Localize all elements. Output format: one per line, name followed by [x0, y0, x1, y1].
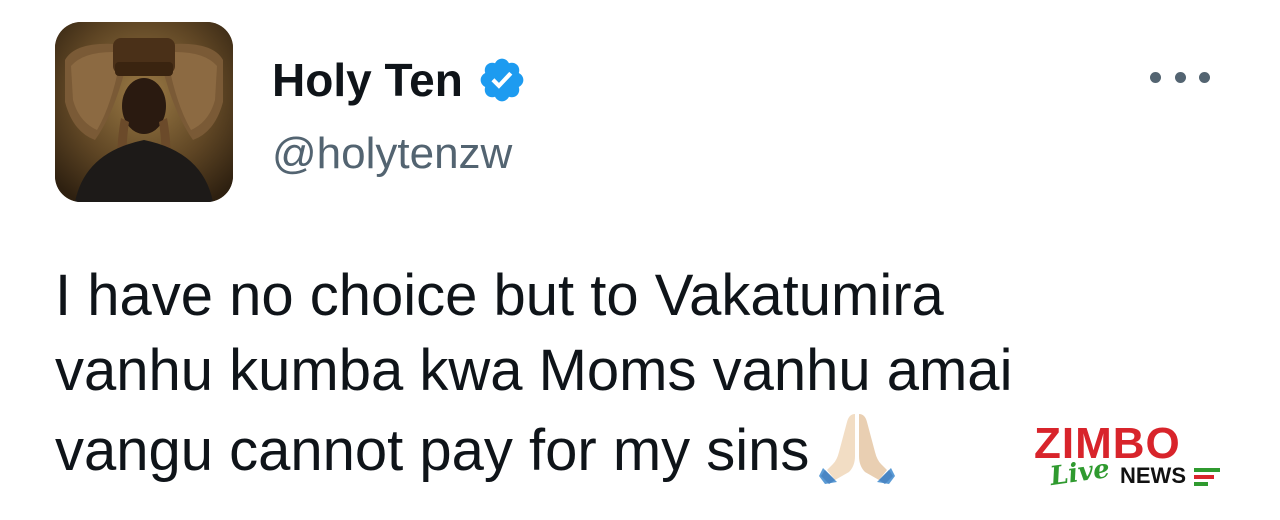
verified-badge-icon: [477, 55, 527, 105]
watermark-flag-stripes: [1194, 468, 1220, 486]
avatar-portrait-image: [55, 22, 233, 202]
tweet-card: Holy Ten @holytenzw I have no choice but…: [0, 0, 1280, 520]
more-dot: [1150, 71, 1161, 83]
more-dot: [1174, 71, 1186, 83]
more-options-icon[interactable]: [1150, 62, 1210, 92]
watermark-news: NEWS: [1120, 463, 1186, 488]
more-dot: [1199, 71, 1210, 83]
author-row: Holy Ten: [272, 52, 527, 108]
display-name[interactable]: Holy Ten: [272, 52, 463, 108]
folded-hands-emoji-icon: [819, 408, 896, 484]
zimbo-live-news-watermark: ZIMBO Live NEWS: [1028, 422, 1228, 492]
avatar[interactable]: [55, 22, 233, 202]
author-handle[interactable]: @holytenzw: [272, 126, 512, 182]
